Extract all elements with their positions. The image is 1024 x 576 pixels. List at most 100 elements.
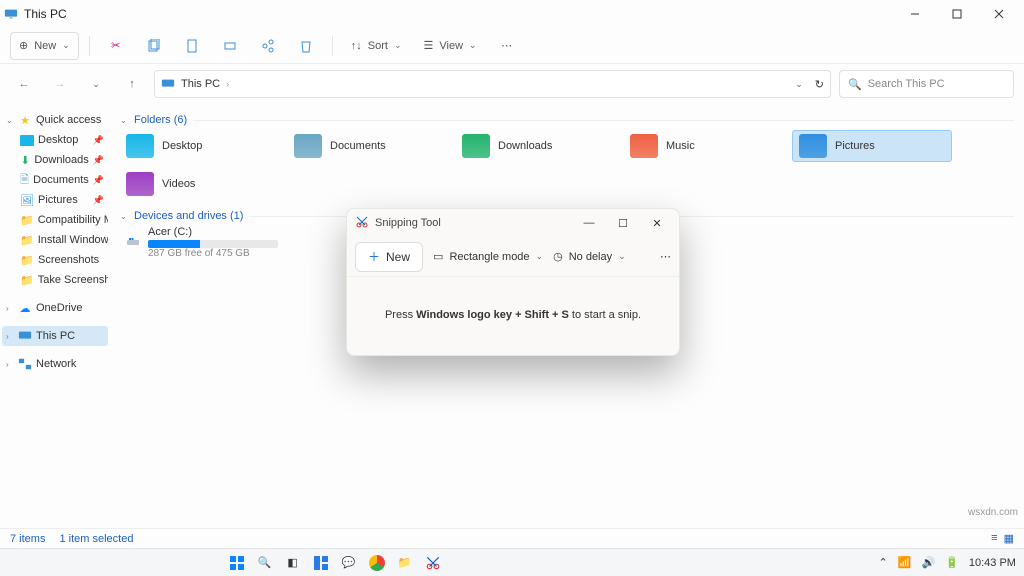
sidebar-item-downloads[interactable]: ⬇Downloads📌 [2,150,108,170]
drive-label: Acer (C:) [148,226,278,238]
sidebar-label: Install Windows 11 [38,234,108,246]
delete-button[interactable] [290,32,322,60]
more-icon: ⋯ [501,39,512,52]
chevron-down-icon[interactable]: ⌄ [795,79,803,90]
folder-item[interactable]: Videos [120,168,280,200]
sidebar-item[interactable]: 📁Take Screenshots [2,270,108,290]
share-button[interactable] [252,32,284,60]
breadcrumb[interactable]: This PC [181,78,220,90]
sidebar-item[interactable]: 📁Screenshots [2,250,108,270]
sidebar-item-documents[interactable]: 🗎Documents📌 [2,170,108,190]
this-pc-icon [4,7,18,21]
forward-button[interactable]: → [46,70,74,98]
sort-button[interactable]: ↑↓Sort⌄ [343,32,410,60]
sidebar-onedrive[interactable]: ›☁OneDrive [2,298,108,318]
toolbar: ⊕ New ⌄ ✂ ↑↓Sort⌄ ☰View⌄ ⋯ [0,28,1024,64]
chevron-up-icon[interactable]: ⌃ [879,556,888,569]
folder-icon: 📁 [20,213,34,227]
sidebar-item[interactable]: 📁Install Windows 11 [2,230,108,250]
refresh-button[interactable]: ↻ [815,78,824,91]
widgets-button[interactable] [310,552,332,574]
snip-delay-select[interactable]: ◷No delay⌄ [553,250,626,263]
chevron-down-icon: ⌄ [536,251,544,262]
up-button[interactable]: ↑ [118,70,146,98]
tiles-view-button[interactable]: ▦ [1004,532,1014,545]
snip-new-button[interactable]: ＋New [355,242,423,272]
clock-icon: ◷ [553,250,563,263]
more-button[interactable]: ⋯ [491,32,523,60]
folder-label: Videos [162,178,195,190]
paste-button[interactable] [176,32,208,60]
sidebar-label: This PC [36,330,75,342]
watermark: wsxdn.com [968,507,1018,518]
pictures-icon: 🖼 [20,193,34,207]
start-button[interactable] [226,552,248,574]
snip-maximize-button[interactable]: ☐ [609,209,637,237]
pin-icon: 📌 [93,155,104,166]
sidebar-label: Pictures [38,194,78,206]
folder-item[interactable]: Pictures [792,130,952,162]
sidebar-item[interactable]: 📁Compatibility Mode [2,210,108,230]
snipping-task-button[interactable] [422,552,444,574]
close-button[interactable] [978,0,1020,28]
chat-button[interactable]: 💬 [338,552,360,574]
navigation-bar: ← → ⌄ ↑ This PC › ⌄ ↻ 🔍 Search This PC [0,64,1024,104]
drive-item[interactable]: Acer (C:) 287 GB free of 475 GB [120,226,320,258]
drive-icon [126,235,140,249]
sidebar-network[interactable]: ›Network [2,354,108,374]
wifi-icon[interactable]: 📶 [898,556,912,569]
task-view-button[interactable]: ◧ [282,552,304,574]
battery-icon[interactable]: 🔋 [945,556,959,569]
volume-icon[interactable]: 🔊 [921,556,935,569]
snip-more-button[interactable]: ⋯ [660,250,671,263]
chevron-down-icon: ⌄ [6,116,14,125]
snip-mode-select[interactable]: ▭Rectangle mode⌄ [433,250,543,263]
new-button[interactable]: ⊕ New ⌄ [10,32,79,60]
paste-icon [185,39,199,53]
folder-item[interactable]: Music [624,130,784,162]
sidebar-item-pictures[interactable]: 🖼Pictures📌 [2,190,108,210]
folders-header[interactable]: ⌄Folders (6) [120,114,1014,126]
search-box[interactable]: 🔍 Search This PC [839,70,1014,98]
sidebar-label: Desktop [38,134,78,146]
chevron-down-icon: ⌄ [62,40,70,51]
snip-minimize-button[interactable]: — [575,209,603,237]
folder-icon [294,134,322,158]
clock[interactable]: 10:43 PM [969,557,1016,569]
hint-text: to start a snip. [569,309,641,321]
pin-icon: 📌 [93,135,104,146]
rename-icon [223,39,237,53]
sidebar: ⌄★Quick access Desktop 📌 ⬇Downloads📌 🗎Doc… [0,104,110,528]
sidebar-label: Documents [33,174,89,186]
search-button[interactable]: 🔍 [254,552,276,574]
sidebar-label: OneDrive [36,302,82,314]
folder-item[interactable]: Desktop [120,130,280,162]
system-tray[interactable]: ⌃ 📶 🔊 🔋 10:43 PM [879,556,1016,569]
trash-icon [299,39,313,53]
folder-item[interactable]: Downloads [456,130,616,162]
recent-button[interactable]: ⌄ [82,70,110,98]
divider [332,36,333,56]
sidebar-quick-access[interactable]: ⌄★Quick access [2,110,108,130]
chrome-button[interactable] [366,552,388,574]
details-view-button[interactable]: ≡ [991,532,997,545]
explorer-button[interactable]: 📁 [394,552,416,574]
copy-button[interactable] [138,32,170,60]
snip-close-button[interactable]: ✕ [643,209,671,237]
folder-item[interactable]: Documents [288,130,448,162]
rename-button[interactable] [214,32,246,60]
chevron-down-icon: ⌄ [469,40,477,51]
chevron-right-icon: › [226,79,229,89]
folder-icon [126,172,154,196]
sort-icon: ↑↓ [351,40,362,52]
view-button[interactable]: ☰View⌄ [416,32,485,60]
sidebar-this-pc[interactable]: ›This PC [2,326,108,346]
cut-button[interactable]: ✂ [100,32,132,60]
back-button[interactable]: ← [10,70,38,98]
maximize-button[interactable] [936,0,978,28]
chevron-down-icon: ⌄ [120,212,128,221]
sidebar-item-desktop[interactable]: Desktop 📌 [2,130,108,150]
cut-icon: ✂ [111,39,120,52]
address-bar[interactable]: This PC › ⌄ ↻ [154,70,831,98]
minimize-button[interactable] [894,0,936,28]
